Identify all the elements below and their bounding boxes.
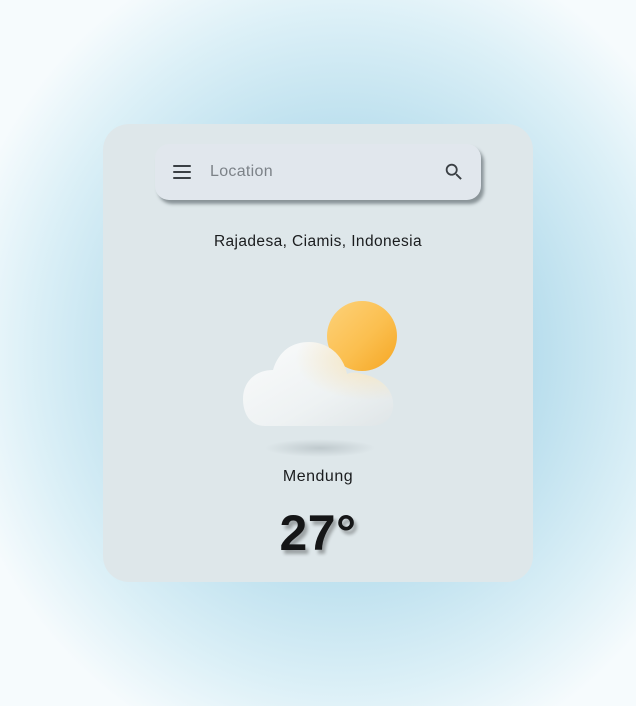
temperature: 27° xyxy=(279,505,357,561)
search-input[interactable] xyxy=(210,158,430,186)
search-icon[interactable] xyxy=(443,161,465,183)
partly-cloudy-icon xyxy=(243,301,397,457)
location-label: Rajadesa, Ciamis, Indonesia xyxy=(213,233,423,250)
search-bar xyxy=(155,144,481,200)
weather-card: Rajadesa, Ciamis, Indonesia xyxy=(103,124,533,582)
menu-icon[interactable] xyxy=(173,165,191,179)
weather-condition: Mendung xyxy=(282,468,354,485)
